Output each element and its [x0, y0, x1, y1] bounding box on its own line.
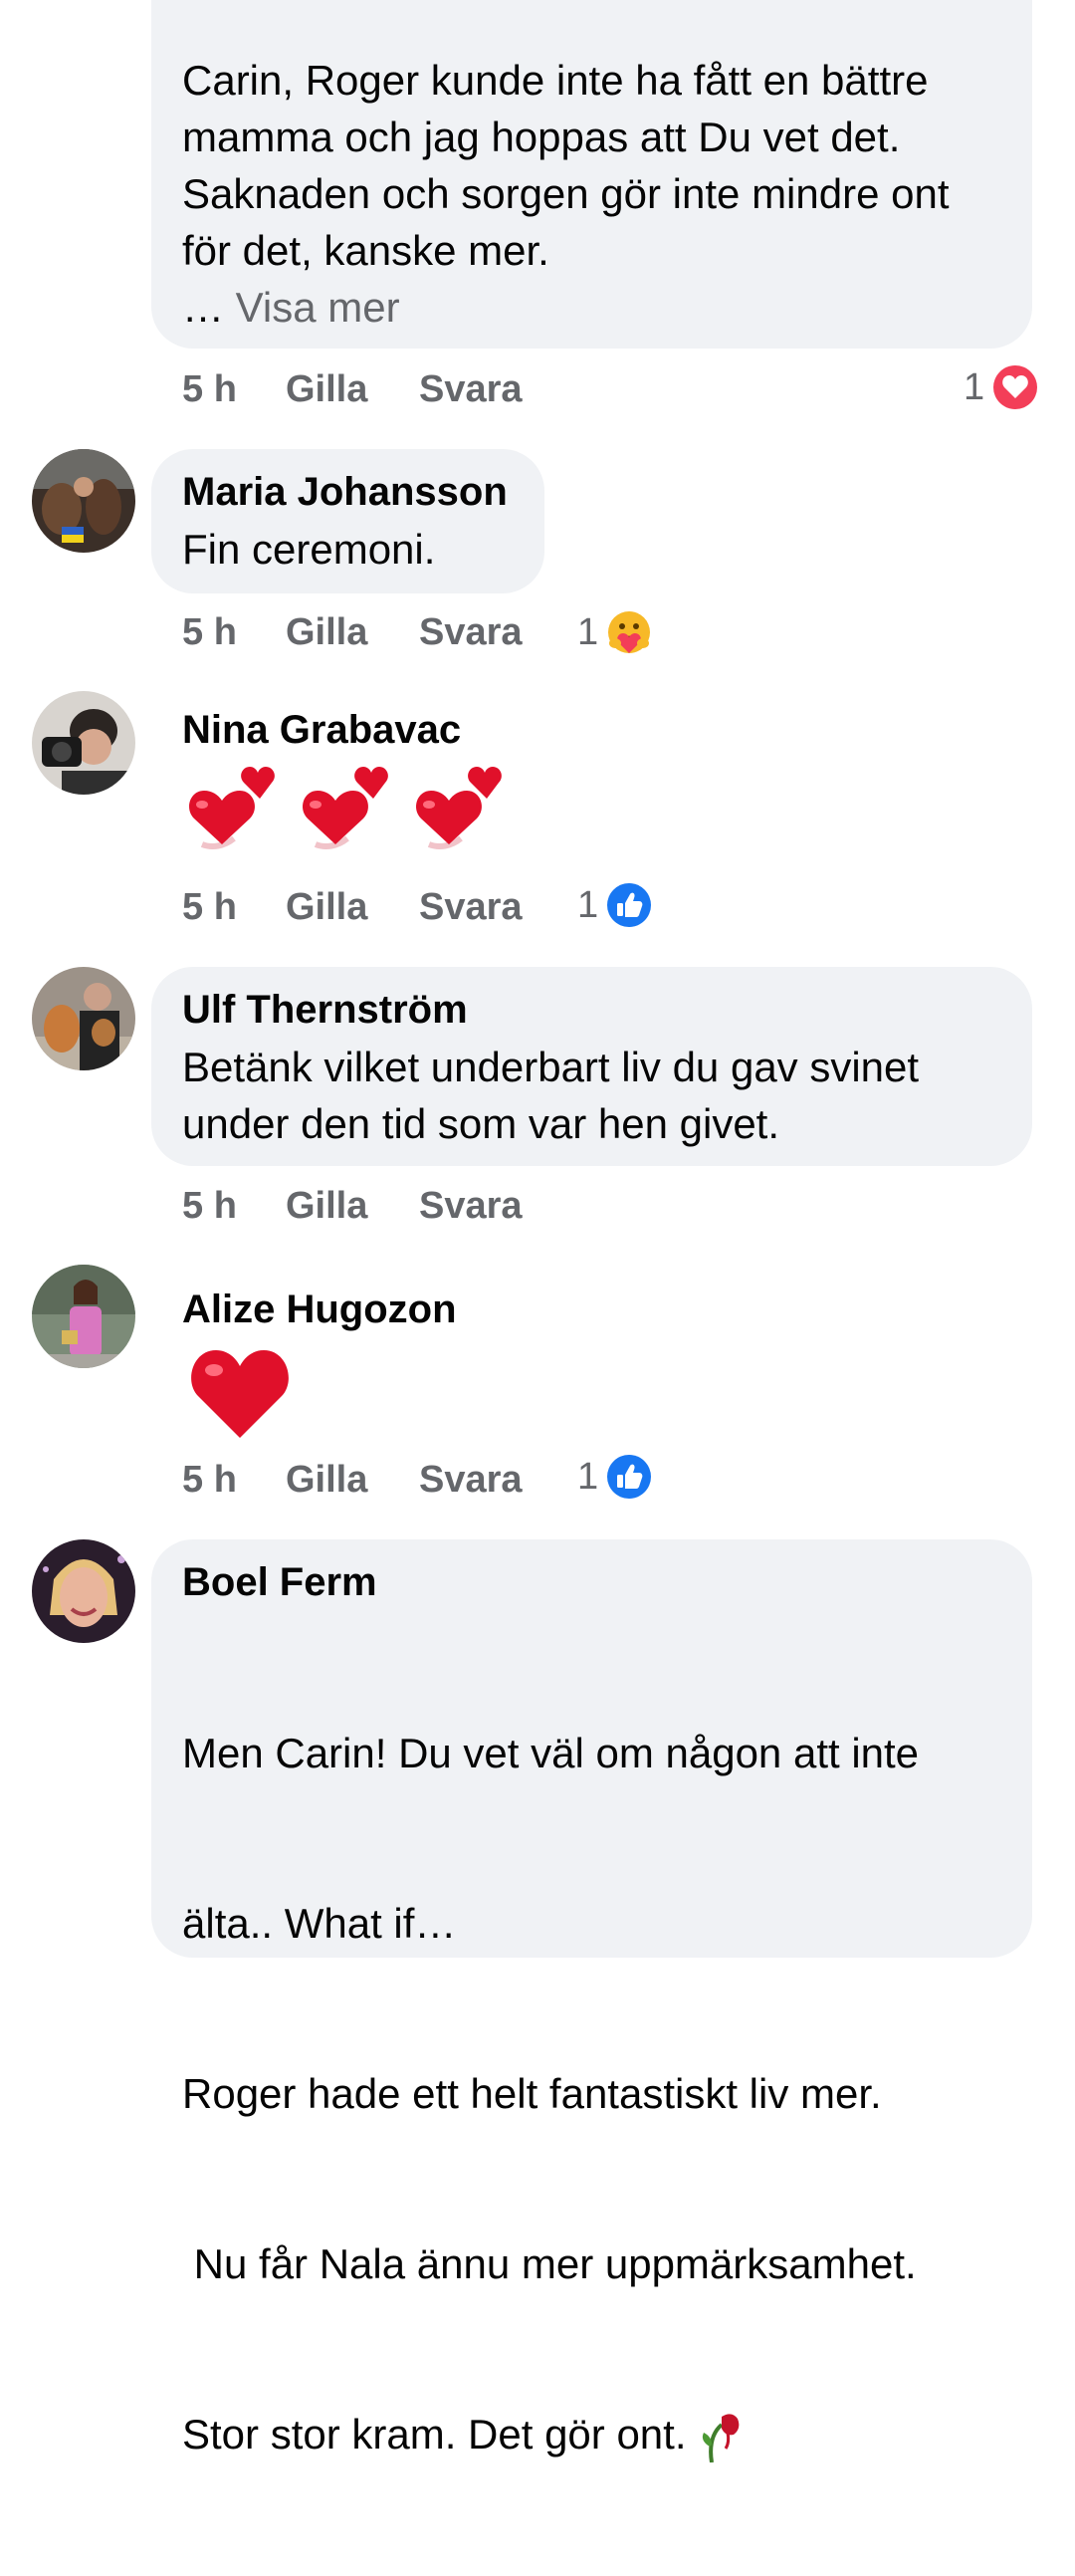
author-name[interactable]: Nina Grabavac [182, 701, 461, 759]
comment-actions: 5 h Gilla Svara [182, 1181, 538, 1231]
like-button[interactable]: Gilla [286, 886, 419, 929]
comment-bubble[interactable]: Carin, Roger kunde inte ha fått en bättr… [151, 0, 1032, 349]
like-button[interactable]: Gilla [286, 611, 419, 654]
love-reaction-icon [993, 365, 1038, 409]
two-hearts-emoji [303, 767, 388, 849]
two-hearts-emoji [416, 767, 502, 849]
comment-actions: 5 h Gilla Svara [182, 1455, 538, 1505]
reply-button[interactable]: Svara [419, 368, 538, 411]
reply-button[interactable]: Svara [419, 1185, 538, 1228]
reaction-summary[interactable]: 1 [964, 362, 1038, 412]
timestamp[interactable]: 5 h [182, 1185, 286, 1228]
comment-text: Betänk vilket underbart liv du gav svine… [182, 1044, 920, 1147]
reply-button[interactable]: Svara [419, 611, 538, 654]
comment-text: Men Carin! Du vet väl om någon att inte … [182, 1611, 1000, 2576]
comment-bubble[interactable]: Ulf Thernström Betänk vilket underbart l… [151, 967, 1032, 1166]
avatar[interactable] [32, 967, 135, 1070]
avatar[interactable] [32, 1265, 135, 1368]
reply-button[interactable]: Svara [419, 1459, 538, 1502]
author-name-row: Alize Hugozon [182, 1281, 457, 1338]
comment-actions: 5 h Gilla Svara [182, 882, 538, 932]
two-hearts-emoji-row [182, 753, 523, 856]
like-reaction-icon [607, 883, 652, 927]
like-button[interactable]: Gilla [286, 368, 419, 411]
reply-button[interactable]: Svara [419, 886, 538, 929]
timestamp[interactable]: 5 h [182, 368, 286, 411]
timestamp[interactable]: 5 h [182, 611, 286, 654]
comment-actions: 5 h Gilla Svara [182, 607, 538, 657]
comment-text: Carin, Roger kunde inte ha fått en bättr… [182, 57, 950, 331]
reaction-count: 1 [577, 1455, 599, 1498]
care-reaction-icon [608, 611, 651, 653]
reaction-count: 1 [577, 883, 599, 926]
timestamp[interactable]: 5 h [182, 1459, 286, 1502]
like-button[interactable]: Gilla [286, 1459, 419, 1502]
comment-bubble[interactable]: Maria Johansson Fin ceremoni. [151, 449, 544, 593]
comment-text: Fin ceremoni. [182, 526, 436, 573]
author-name[interactable]: Boel Ferm [182, 1553, 1000, 1611]
like-reaction-icon [607, 1455, 652, 1499]
ellipsis: … [182, 284, 236, 331]
reaction-summary[interactable]: 1 [577, 607, 652, 657]
reaction-count: 1 [577, 610, 599, 653]
comment-bubble[interactable]: Boel Ferm Men Carin! Du vet väl om någon… [151, 1539, 1032, 2463]
like-button[interactable]: Gilla [286, 1185, 419, 1228]
comment-actions: 5 h Gilla Svara [182, 364, 538, 414]
avatar[interactable] [32, 691, 135, 795]
reaction-count: 1 [964, 365, 985, 408]
reaction-summary[interactable]: 1 [577, 880, 652, 930]
author-name-row: Nina Grabavac [182, 701, 461, 759]
avatar[interactable] [32, 449, 135, 553]
author-name[interactable]: Maria Johansson [182, 463, 513, 521]
timestamp[interactable]: 5 h [182, 886, 286, 929]
avatar[interactable] [32, 1539, 135, 1643]
see-more-link[interactable]: Visa mer [236, 284, 400, 331]
wilted-flower-emoji [703, 2414, 740, 2463]
author-name[interactable]: Ulf Thernström [182, 981, 1000, 1039]
red-heart-emoji [191, 1350, 289, 1438]
author-name[interactable]: Alize Hugozon [182, 1281, 457, 1338]
two-hearts-emoji [189, 767, 275, 849]
reaction-summary[interactable]: 1 [577, 1452, 652, 1502]
